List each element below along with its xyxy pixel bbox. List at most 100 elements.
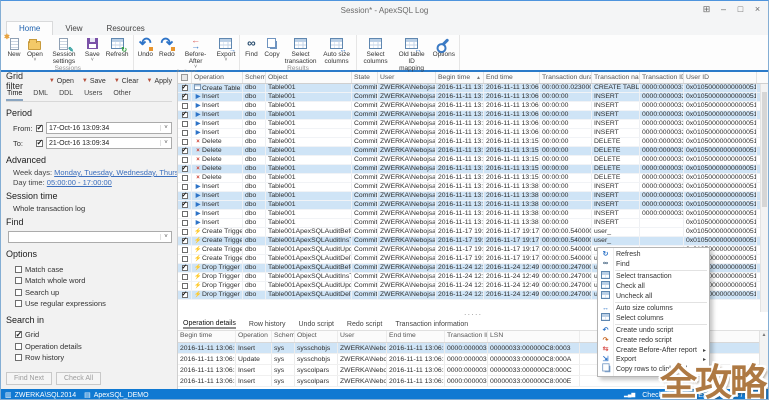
checkbox-icon[interactable] bbox=[182, 229, 188, 235]
checkbox-row-history[interactable]: Row history bbox=[6, 353, 172, 362]
table-row[interactable]: ▶InsertdboTable001CommittedZWERKA\Nebojs… bbox=[178, 129, 768, 138]
checkbox-icon[interactable] bbox=[182, 202, 188, 208]
column-header-object[interactable]: Object bbox=[266, 72, 352, 83]
column-header-transaction-duration[interactable]: Transaction duration bbox=[540, 72, 592, 83]
row-checkbox-cell[interactable] bbox=[178, 291, 192, 299]
grid-vertical-scrollbar[interactable] bbox=[760, 84, 768, 312]
ribbon-tab-home[interactable]: Home bbox=[6, 21, 53, 35]
copy-button[interactable]: Copy bbox=[261, 35, 282, 65]
column-header-schema[interactable]: Schema bbox=[243, 72, 266, 83]
row-checkbox-cell[interactable] bbox=[178, 246, 192, 254]
select-transaction-button[interactable]: Select transaction bbox=[283, 35, 319, 65]
row-checkbox-cell[interactable] bbox=[178, 210, 192, 218]
row-checkbox-cell[interactable] bbox=[178, 264, 192, 272]
row-checkbox-cell[interactable] bbox=[178, 120, 192, 128]
row-checkbox-cell[interactable] bbox=[178, 111, 192, 119]
maximize-icon[interactable]: □ bbox=[732, 2, 749, 16]
checkbox-icon[interactable] bbox=[182, 85, 188, 91]
find-input[interactable]: ˅ bbox=[8, 231, 172, 243]
ribbon-tab-resources[interactable]: Resources bbox=[95, 22, 157, 35]
checkbox-icon[interactable] bbox=[182, 238, 188, 244]
table-row[interactable]: Create TabledboTable001CommittedZWERKA\N… bbox=[178, 84, 768, 93]
menu-item-create-before-after-report[interactable]: ⇆Create Before-After report▸ bbox=[598, 345, 709, 355]
row-checkbox-cell[interactable] bbox=[178, 282, 192, 290]
filter-tab-users[interactable]: Users bbox=[83, 90, 103, 101]
table-row[interactable]: ▶InsertdboTable001CommittedZWERKA\Nebojs… bbox=[178, 93, 768, 102]
minimize-icon[interactable]: – bbox=[715, 2, 732, 16]
session-settings-button[interactable]: ✎Session settings bbox=[46, 35, 82, 65]
checkbox-icon[interactable] bbox=[182, 112, 188, 118]
checkbox-icon[interactable] bbox=[182, 121, 188, 127]
table-row[interactable]: ▶InsertdboTable001CommittedZWERKA\Nebojs… bbox=[178, 219, 768, 228]
filter-open-button[interactable]: ▼Open bbox=[49, 78, 74, 85]
before-after-button[interactable]: ←→Before-After˅ bbox=[178, 35, 214, 69]
menu-item-refresh[interactable]: ↻Refresh bbox=[598, 250, 709, 260]
details-column-header-end-time[interactable]: End time bbox=[387, 331, 445, 342]
menu-item-uncheck-all[interactable]: Uncheck all bbox=[598, 291, 709, 301]
details-column-header-transaction-id[interactable]: Transaction ID bbox=[445, 331, 488, 342]
filter-clear-button[interactable]: ▼Clear bbox=[114, 78, 139, 85]
new-button[interactable]: ✱New bbox=[4, 35, 24, 65]
chevron-down-icon[interactable]: ˅ bbox=[160, 234, 171, 240]
checkbox-icon[interactable] bbox=[182, 265, 188, 271]
table-row[interactable]: ⚡Create TriggerdboTable001ApexSQLAuditIn… bbox=[178, 237, 768, 246]
row-checkbox-cell[interactable] bbox=[178, 201, 192, 209]
checkbox-icon[interactable] bbox=[182, 292, 188, 298]
from-checkbox[interactable] bbox=[36, 125, 43, 132]
checkbox-icon[interactable] bbox=[182, 139, 188, 145]
redo-button[interactable]: ↷Redo bbox=[156, 35, 178, 69]
column-header-check[interactable] bbox=[178, 72, 192, 83]
checkbox-icon[interactable] bbox=[182, 274, 188, 280]
ribbon-style-icon[interactable]: ⊞ bbox=[698, 2, 715, 16]
checkbox-icon[interactable] bbox=[182, 130, 188, 136]
column-header-operation[interactable]: Operation bbox=[192, 72, 243, 83]
column-header-transaction-name[interactable]: Transaction name bbox=[592, 72, 640, 83]
row-checkbox-cell[interactable] bbox=[178, 219, 192, 227]
details-tab-redo-script[interactable]: Redo script bbox=[347, 321, 382, 328]
row-checkbox-cell[interactable] bbox=[178, 138, 192, 146]
row-checkbox-cell[interactable] bbox=[178, 174, 192, 182]
table-row[interactable]: ×DeletedboTable001CommittedZWERKA\Nebojs… bbox=[178, 138, 768, 147]
checkbox-match-whole-word[interactable]: Match whole word bbox=[6, 276, 172, 285]
save-button[interactable]: Save˅ bbox=[82, 35, 103, 65]
chevron-down-icon[interactable]: ˅ bbox=[160, 125, 171, 131]
filter-tab-time[interactable]: Time bbox=[6, 90, 23, 101]
table-row[interactable]: ▶InsertdboTable001CommittedZWERKA\Nebojs… bbox=[178, 102, 768, 111]
ribbon-tab-view[interactable]: View bbox=[53, 22, 94, 35]
menu-item-select-transaction[interactable]: Select transaction bbox=[598, 272, 709, 282]
table-row[interactable]: ▶InsertdboTable001CommittedZWERKA\Nebojs… bbox=[178, 111, 768, 120]
to-checkbox[interactable] bbox=[36, 140, 43, 147]
column-header-user-id[interactable]: User ID bbox=[684, 72, 757, 83]
checkbox-grid[interactable]: Grid bbox=[6, 330, 172, 339]
table-row[interactable]: ▶InsertdboTable001CommittedZWERKA\Nebojs… bbox=[178, 183, 768, 192]
week-days-link[interactable]: Monday, Tuesday, Wednesday, Thursday, Fr… bbox=[54, 168, 178, 177]
menu-item-create-undo-script[interactable]: ↶Create undo script bbox=[598, 326, 709, 336]
row-checkbox-cell[interactable] bbox=[178, 183, 192, 191]
export-button[interactable]: →Export˅ bbox=[214, 35, 239, 69]
column-header-state[interactable]: State bbox=[352, 72, 378, 83]
details-column-header-begin-time[interactable]: Begin time bbox=[178, 331, 236, 342]
checkbox-icon[interactable] bbox=[182, 103, 188, 109]
checkbox-operation-details[interactable]: Operation details bbox=[6, 342, 172, 351]
checkbox-use-regular-expressions[interactable]: Use regular expressions bbox=[6, 299, 172, 308]
scrollbar-thumb[interactable] bbox=[762, 92, 767, 207]
filter-save-button[interactable]: ▼Save bbox=[82, 78, 106, 85]
table-row[interactable]: ×DeletedboTable001CommittedZWERKA\Nebojs… bbox=[178, 156, 768, 165]
menu-item-auto-size-columns[interactable]: ↔Auto size columns bbox=[598, 304, 709, 314]
row-checkbox-cell[interactable] bbox=[178, 129, 192, 137]
find-button[interactable]: ∞Find bbox=[241, 35, 261, 65]
auto-size-columns-button[interactable]: ↔Auto size columns bbox=[319, 35, 355, 65]
details-tab-operation-details[interactable]: Operation details bbox=[183, 320, 236, 329]
day-time-link[interactable]: 05:00:00 - 17:00:00 bbox=[47, 178, 112, 187]
menu-item-check-all[interactable]: Check all bbox=[598, 282, 709, 292]
row-checkbox-cell[interactable] bbox=[178, 273, 192, 281]
table-row[interactable]: ▶InsertdboTable001CommittedZWERKA\Nebojs… bbox=[178, 192, 768, 201]
column-header-transaction-id[interactable]: Transaction ID bbox=[640, 72, 684, 83]
menu-item-create-redo-script[interactable]: ↷Create redo script bbox=[598, 336, 709, 346]
filter-tab-other[interactable]: Other bbox=[112, 90, 132, 101]
row-checkbox-cell[interactable] bbox=[178, 237, 192, 245]
table-row[interactable]: ▶InsertdboTable001CommittedZWERKA\Nebojs… bbox=[178, 120, 768, 129]
filter-apply-button[interactable]: ▼Apply bbox=[147, 78, 172, 85]
table-row[interactable]: ×DeletedboTable001CommittedZWERKA\Nebojs… bbox=[178, 147, 768, 156]
details-tab-transaction-information[interactable]: Transaction information bbox=[395, 321, 468, 328]
